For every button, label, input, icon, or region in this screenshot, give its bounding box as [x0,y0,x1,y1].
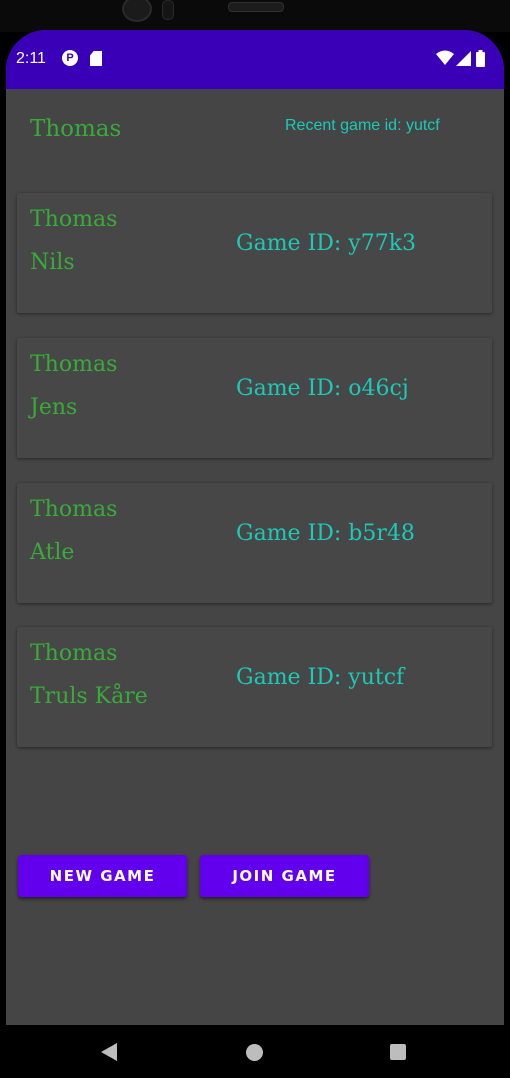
recent-game-id: Recent game id: yutcf [285,117,440,134]
game-player-1: Thomas [30,207,118,232]
home-icon[interactable] [246,1044,263,1061]
phone-frame: 2:11 P Thomas Recent game id: yutcf Thom… [0,0,510,1078]
recents-icon[interactable] [390,1044,406,1060]
app-p-icon: P [62,50,78,66]
status-time: 2:11 [16,50,46,67]
new-game-button[interactable]: NEW GAME [18,855,187,897]
app-screen: 2:11 P Thomas Recent game id: yutcf Thom… [6,30,504,1078]
game-id-label: Game ID: y77k3 [236,231,417,256]
join-game-button[interactable]: JOIN GAME [200,855,369,897]
game-player-1: Thomas [30,641,118,666]
status-bar: 2:11 P [6,30,504,89]
cell-signal-icon [456,51,471,66]
back-icon[interactable] [101,1043,117,1061]
sd-card-icon [90,51,102,66]
wifi-icon [436,50,454,65]
game-card[interactable]: Thomas Truls Kåre Game ID: yutcf [17,627,492,747]
game-player-2: Nils [30,250,75,275]
phone-top-bezel [0,0,510,32]
game-player-2: Jens [30,395,78,420]
system-nav-bar [6,1025,504,1078]
game-card[interactable]: Thomas Nils Game ID: y77k3 [17,193,492,313]
proximity-sensor [162,0,174,20]
game-player-1: Thomas [30,352,118,377]
front-camera [122,0,152,22]
status-right-icons [436,50,496,68]
game-id-label: Game ID: b5r48 [236,521,415,546]
battery-icon [476,50,485,67]
game-id-label: Game ID: yutcf [236,665,405,690]
game-card[interactable]: Thomas Jens Game ID: o46cj [17,338,492,458]
game-player-1: Thomas [30,497,118,522]
earpiece-speaker [228,2,284,12]
current-player-name: Thomas [30,116,122,142]
game-player-2: Atle [30,540,75,565]
game-card[interactable]: Thomas Atle Game ID: b5r48 [17,483,492,603]
game-id-label: Game ID: o46cj [236,376,409,401]
game-player-2: Truls Kåre [30,684,148,709]
